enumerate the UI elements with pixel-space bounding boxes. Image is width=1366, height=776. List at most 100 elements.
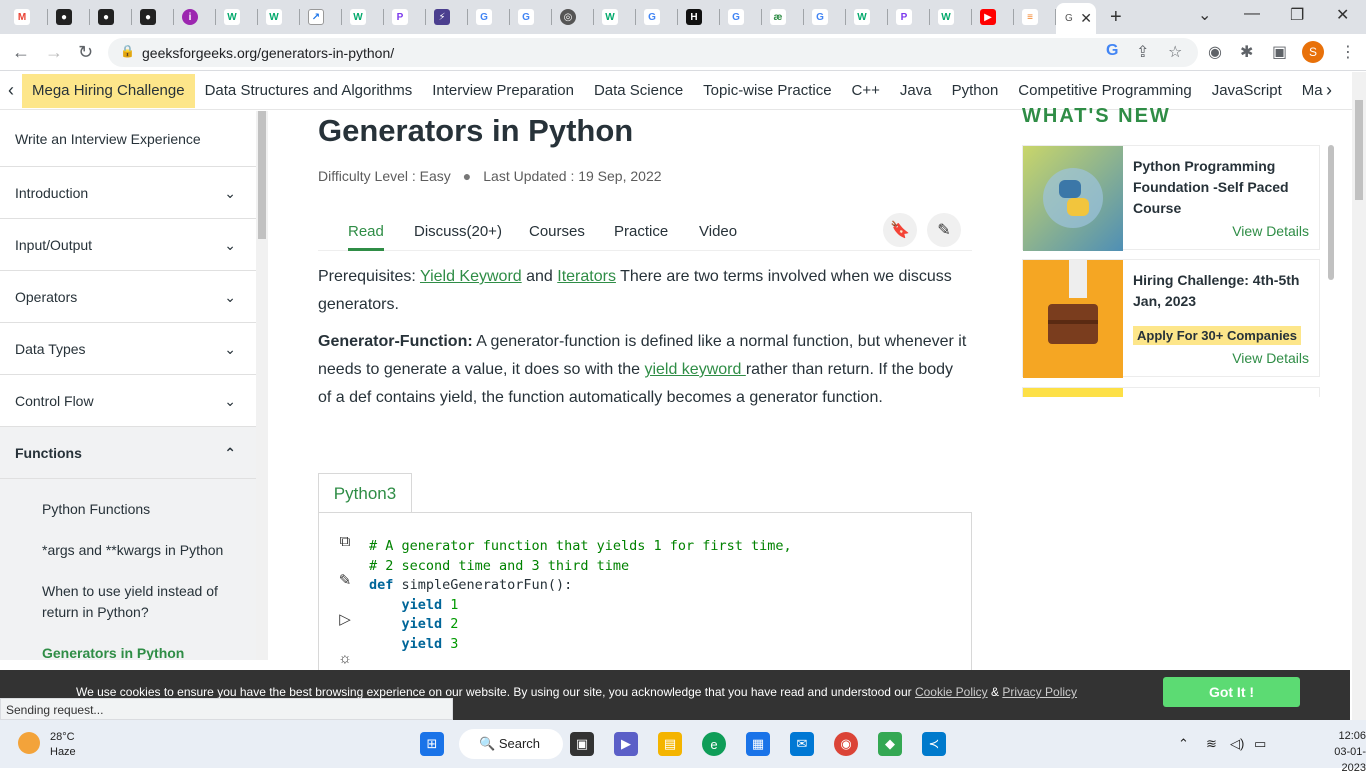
site-nav-item[interactable]: Competitive Programming — [1008, 74, 1201, 108]
mail-icon[interactable]: ✉ — [790, 732, 814, 756]
site-nav-item[interactable]: Java — [890, 74, 942, 108]
site-nav-item[interactable]: Mega Hiring Challenge — [22, 74, 195, 108]
tab-stackoverflow[interactable]: ≡ — [1016, 5, 1056, 29]
tab-google[interactable]: G — [638, 5, 678, 29]
app-icon[interactable]: ◆ — [878, 732, 902, 756]
code-language-tab[interactable]: Python3 — [318, 473, 412, 513]
tab-w3schools[interactable]: W — [344, 5, 384, 29]
sidebar-item-introduction[interactable]: Introduction ⌄ — [0, 167, 256, 219]
sub-item-generators[interactable]: Generators in Python — [42, 629, 256, 660]
wifi-icon[interactable]: ≋ — [1206, 736, 1217, 752]
taskbar-search[interactable]: 🔍 Search — [459, 729, 563, 759]
battery-icon[interactable]: ▭ — [1254, 736, 1266, 752]
back-icon[interactable]: ← — [12, 42, 30, 63]
store-icon[interactable]: ▦ — [746, 732, 770, 756]
site-nav-item[interactable]: Topic-wise Practice — [693, 74, 841, 108]
got-it-button[interactable]: Got It ! — [1163, 677, 1300, 707]
tab-geeksforgeeks[interactable]: æ — [764, 5, 804, 29]
chrome-icon[interactable]: ◉ — [834, 732, 858, 756]
site-nav-item[interactable]: Python — [942, 74, 1009, 108]
volume-icon[interactable]: ◁) — [1230, 736, 1244, 752]
tab-w3schools[interactable]: W — [260, 5, 300, 29]
privacy-policy-link[interactable]: Privacy Policy — [1002, 685, 1077, 699]
tab-github[interactable]: ● — [50, 5, 90, 29]
close-tab-icon[interactable]: ✕ — [1080, 10, 1092, 27]
tab-google[interactable]: G — [512, 5, 552, 29]
google-lens-icon[interactable]: G — [1106, 42, 1118, 60]
close-window-button[interactable]: ✕ — [1336, 5, 1349, 25]
sidebar-item-input-output[interactable]: Input/Output ⌄ — [0, 219, 256, 271]
show-hidden-icons-icon[interactable]: ⌃ — [1178, 736, 1189, 752]
scrollbar-thumb[interactable] — [1355, 100, 1363, 200]
yield-keyword-link[interactable]: Yield Keyword — [420, 268, 522, 285]
edit-pencil-icon[interactable]: ✎ — [927, 213, 961, 247]
tab-w3schools[interactable]: W — [218, 5, 258, 29]
side-panel-icon[interactable]: ▣ — [1272, 42, 1287, 62]
forward-icon[interactable]: → — [45, 42, 63, 63]
tab-practice[interactable]: Practice — [614, 223, 668, 240]
task-view-icon[interactable]: ▣ — [570, 732, 594, 756]
edge-icon[interactable]: e — [702, 732, 726, 756]
tab-hackerrank[interactable]: H — [680, 5, 720, 29]
bookmark-icon[interactable]: 🔖 — [883, 213, 917, 247]
edit-code-icon[interactable]: ✎ — [331, 566, 359, 594]
sub-item-args-kwargs[interactable]: *args and **kwargs in Python — [42, 526, 256, 567]
bookmark-star-icon[interactable]: ☆ — [1168, 42, 1182, 62]
site-nav-item[interactable]: JavaScript — [1202, 74, 1292, 108]
sidebar-item-control-flow[interactable]: Control Flow ⌄ — [0, 375, 256, 427]
sidebar-item-operators[interactable]: Operators ⌄ — [0, 271, 256, 323]
page-scrollbar[interactable] — [1352, 72, 1366, 720]
address-bar[interactable]: 🔒 geeksforgeeks.org/generators-in-python… — [108, 38, 1198, 67]
tab-github[interactable]: ● — [134, 5, 174, 29]
view-details-link[interactable]: View Details — [1232, 350, 1309, 366]
lock-icon[interactable]: 🔒 — [120, 44, 135, 58]
tab-youtube[interactable]: ▶ — [974, 5, 1014, 29]
tab-chrome[interactable]: ◎ — [554, 5, 594, 29]
tab-read[interactable]: Read — [348, 223, 384, 251]
copy-icon[interactable]: ⧉ — [331, 527, 359, 555]
sidebar-item-data-types[interactable]: Data Types ⌄ — [0, 323, 256, 375]
share-icon[interactable]: ⇪ — [1136, 42, 1149, 62]
sub-item-python-functions[interactable]: Python Functions — [42, 479, 256, 526]
teams-chat-icon[interactable]: ▶ — [614, 732, 638, 756]
hiring-card[interactable]: Hiring Challenge: 4th-5th Jan, 2023 Appl… — [1022, 259, 1320, 378]
tab-p[interactable]: P — [890, 5, 930, 29]
clock[interactable]: 12:06 03-01-2023 — [1312, 728, 1366, 776]
sidebar-scrollbar[interactable] — [256, 111, 268, 660]
yield-keyword-inline-link[interactable]: yield keyword — [644, 361, 745, 378]
tab-bolt[interactable]: ⚡ — [428, 5, 468, 29]
windows-start-icon[interactable]: ⊞ — [420, 732, 444, 756]
sidebar-item-functions[interactable]: Functions ⌃ — [0, 427, 256, 479]
tab-video[interactable]: Video — [699, 223, 737, 240]
course-card[interactable]: Python Programming Foundation -Self Pace… — [1022, 145, 1320, 251]
tab-w3schools[interactable]: W — [932, 5, 972, 29]
tab-active[interactable]: G ✕ — [1056, 3, 1096, 34]
tab-chart[interactable]: ↗ — [302, 5, 342, 29]
partial-card[interactable] — [1022, 387, 1320, 397]
tab-discuss[interactable]: Discuss(20+) — [414, 223, 502, 240]
reload-icon[interactable]: ↻ — [78, 42, 93, 63]
tab-site[interactable]: i — [176, 5, 216, 29]
site-nav-item[interactable]: C++ — [842, 74, 890, 108]
site-nav-item[interactable]: Interview Preparation — [422, 74, 584, 108]
tab-google[interactable]: G — [806, 5, 846, 29]
tab-google[interactable]: G — [722, 5, 762, 29]
scrollbar-thumb[interactable] — [258, 111, 266, 239]
tab-google[interactable]: G — [470, 5, 510, 29]
tab-search-icon[interactable]: ⌄ — [1198, 5, 1211, 25]
write-interview-link[interactable]: Write an Interview Experience — [0, 111, 256, 167]
site-nav-item[interactable]: Data Structures and Algorithms — [195, 74, 423, 108]
run-icon[interactable]: ▷ — [331, 605, 359, 633]
panel-scrollbar[interactable] — [1328, 145, 1334, 280]
vscode-icon[interactable]: ≺ — [922, 732, 946, 756]
tab-w3schools[interactable]: W — [596, 5, 636, 29]
theme-sun-icon[interactable]: ☼ — [331, 644, 359, 672]
view-details-link[interactable]: View Details — [1232, 223, 1309, 239]
tab-w3schools[interactable]: W — [848, 5, 888, 29]
grammarly-icon[interactable]: ◉ — [1208, 42, 1222, 62]
minimize-button[interactable]: — — [1244, 5, 1260, 23]
tab-p[interactable]: P — [386, 5, 426, 29]
iterators-link[interactable]: Iterators — [557, 268, 616, 285]
menu-icon[interactable]: ⋮ — [1340, 42, 1356, 62]
sub-item-yield-vs-return[interactable]: When to use yield instead of return in P… — [42, 567, 232, 629]
